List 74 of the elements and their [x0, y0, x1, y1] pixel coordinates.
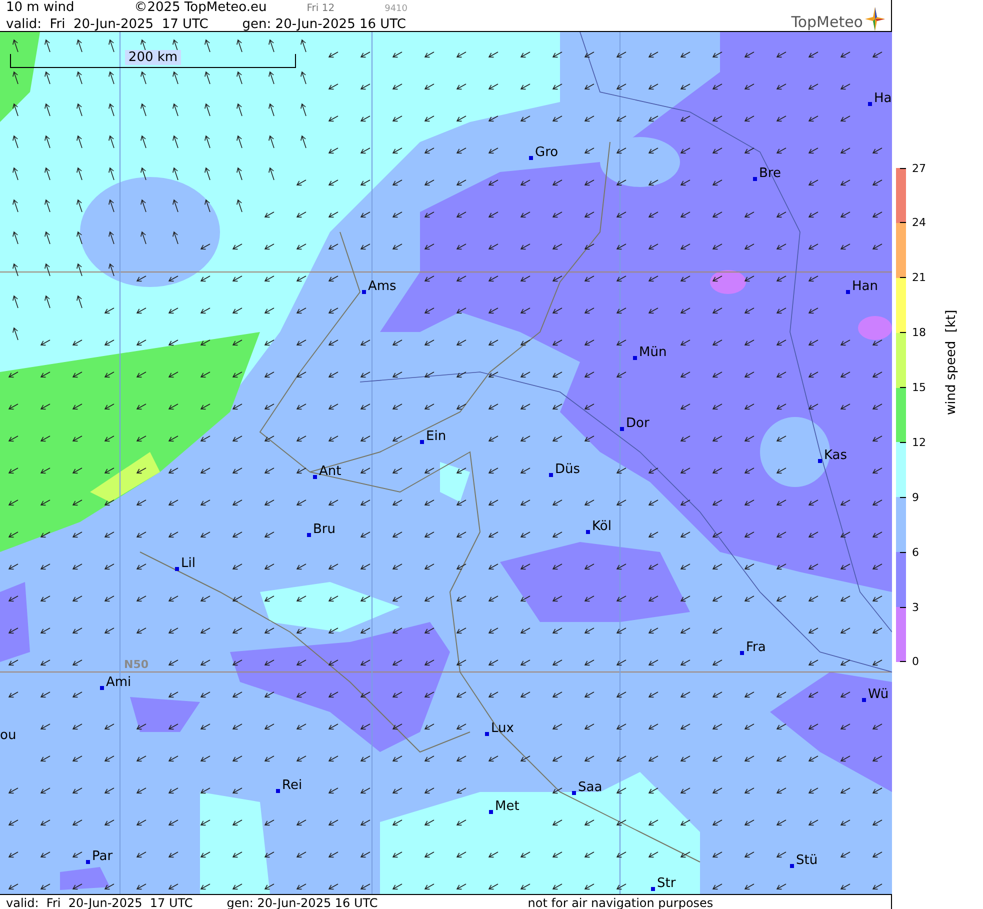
city-label: Köl: [592, 519, 612, 534]
city-label: Ams: [368, 279, 396, 294]
city-marker: [86, 860, 90, 864]
city-label: Ant: [319, 464, 342, 479]
copyright-text: ©2025 TopMeteo.eu: [134, 0, 267, 15]
tick-label: 21: [912, 271, 926, 284]
city-marker: [100, 686, 104, 690]
city-label: Kas: [824, 448, 848, 463]
city-label: Ami: [106, 675, 132, 690]
generated-time: gen: 20-Jun-2025 16 UTC: [242, 17, 406, 32]
city-marker: [307, 533, 311, 537]
city-label: Saa: [578, 780, 602, 795]
generated-time: gen: 20-Jun-2025 16 UTC: [226, 896, 378, 909]
city-marker: [586, 530, 590, 534]
city-marker: [485, 732, 489, 736]
city-label: Ein: [426, 429, 446, 444]
tick-label: 27: [912, 162, 926, 174]
city-marker: [740, 651, 744, 655]
legend-title: wind speed [kt]: [944, 310, 959, 415]
city-label: Stü: [796, 853, 818, 868]
city-label: Bru: [313, 522, 336, 537]
city-label: Ha: [874, 91, 892, 106]
city-marker: [633, 356, 637, 360]
run-label: Fri 12: [306, 2, 335, 16]
wind-speed-area: [130, 697, 200, 732]
compass-star-icon: [865, 7, 885, 31]
city-label: Dor: [626, 416, 650, 431]
city-label: Met: [495, 799, 520, 814]
valid-time: valid: Fri 20-Jun-2025 17 UTC: [6, 896, 193, 909]
code-label: 9410: [384, 3, 408, 16]
latitude-label: N50: [124, 658, 149, 671]
city-label: Han: [852, 279, 878, 294]
city-marker: [868, 102, 872, 106]
tick-label: 3: [912, 600, 919, 614]
tick-label: 12: [912, 436, 926, 449]
city-marker: [313, 475, 317, 479]
city-label: Fra: [746, 640, 766, 655]
city-marker: [651, 887, 655, 891]
city-marker: [529, 156, 533, 160]
scale-label: 200 km: [125, 50, 181, 65]
city-label: Lil: [181, 556, 196, 571]
city-marker: [818, 459, 822, 463]
city-marker: [790, 864, 794, 868]
city-label: Str: [657, 876, 676, 891]
city-label: Wü: [868, 687, 889, 702]
tick-label: 6: [912, 546, 919, 559]
city-label: Par: [92, 849, 113, 864]
logo-text: TopMeteo: [791, 13, 863, 31]
city-marker: [549, 473, 553, 477]
city-label: Mün: [639, 345, 667, 360]
tick-label: 15: [912, 381, 926, 394]
city-marker: [572, 791, 576, 795]
city-label: Düs: [555, 462, 580, 477]
tick-label: 24: [912, 216, 926, 230]
city-marker: [276, 789, 280, 793]
wind-speed-area: [60, 867, 110, 890]
city-marker: [175, 567, 179, 571]
city-label: Bre: [759, 166, 781, 181]
city-marker: [362, 290, 366, 294]
product-title: 10 m wind: [6, 0, 74, 15]
city-marker: [846, 290, 850, 294]
city-marker: [620, 427, 624, 431]
city-label: ou: [0, 728, 16, 743]
tick-label: 0: [912, 655, 919, 668]
valid-time: valid: Fri 20-Jun-2025 17 UTC: [6, 17, 208, 32]
disclaimer-text: not for air navigation purposes: [528, 896, 714, 909]
city-marker: [862, 698, 866, 702]
city-label: Gro: [535, 145, 558, 160]
tick-label: 9: [912, 490, 919, 504]
city-marker: [420, 440, 424, 444]
city-marker: [753, 177, 757, 181]
tick-label: 18: [912, 326, 926, 340]
city-marker: [489, 810, 493, 814]
city-label: Rei: [282, 778, 302, 793]
